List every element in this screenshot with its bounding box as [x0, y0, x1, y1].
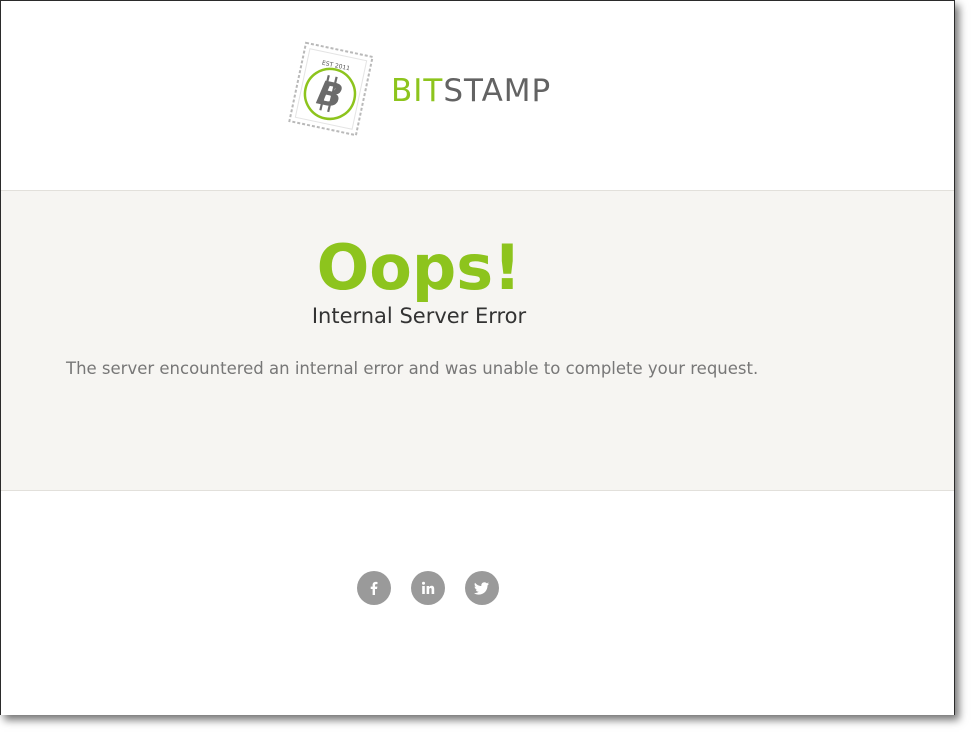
social-links: [357, 571, 499, 605]
brand-part-stamp: STAMP: [443, 72, 552, 109]
facebook-icon: [370, 581, 378, 595]
error-section: Oops! Internal Server Error The server e…: [1, 191, 954, 491]
twitter-icon: [474, 582, 489, 595]
linkedin-button[interactable]: [411, 571, 445, 605]
error-headline: Oops!: [316, 231, 522, 304]
twitter-button[interactable]: [465, 571, 499, 605]
page-header: EST 2011 B BITSTAMP: [1, 1, 954, 191]
error-message: The server encountered an internal error…: [66, 359, 759, 378]
bitstamp-logo[interactable]: EST 2011 B BITSTAMP: [288, 39, 551, 139]
brand-part-bit: BIT: [391, 72, 444, 109]
facebook-button[interactable]: [357, 571, 391, 605]
linkedin-icon: [422, 581, 435, 594]
stamp-logo-icon: EST 2011 B: [288, 41, 374, 137]
brand-wordmark: BITSTAMP: [391, 72, 552, 109]
error-title: Internal Server Error: [311, 304, 527, 328]
browser-page: EST 2011 B BITSTAMP Oops! Internal Serve…: [0, 0, 955, 715]
